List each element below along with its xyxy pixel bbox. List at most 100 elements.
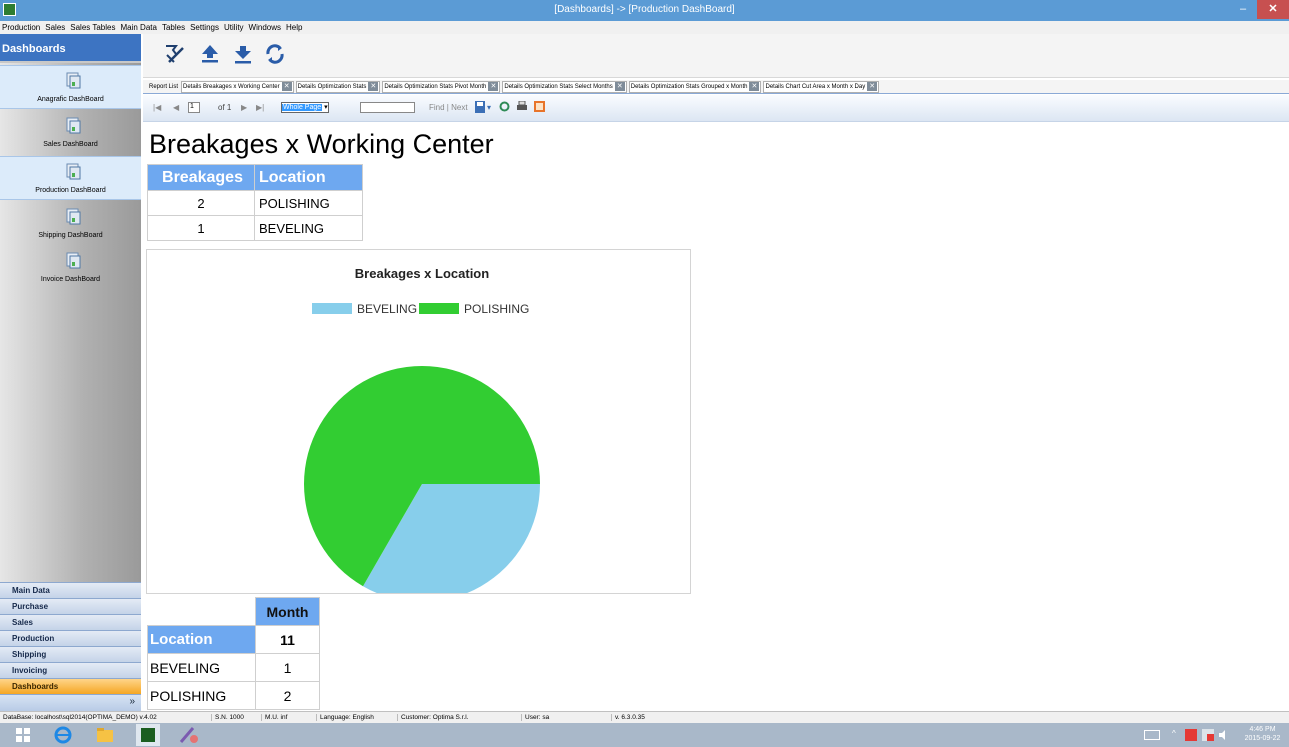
close-icon[interactable]: ✕ — [281, 82, 292, 91]
page-number-input[interactable]: 1 — [188, 102, 200, 113]
tab-chart-cut-area[interactable]: Details Chart Cut Area x Month x Day ✕ — [763, 80, 880, 93]
nav-button-shipping[interactable]: Shipping — [0, 646, 141, 662]
menu-windows[interactable]: Windows — [249, 23, 281, 32]
close-icon[interactable]: ✕ — [488, 82, 499, 91]
file-explorer-icon[interactable] — [90, 724, 120, 746]
dashboard-item-sales[interactable]: Sales DashBoard — [0, 111, 141, 155]
find-input[interactable] — [360, 102, 415, 113]
nav-footer: » — [0, 694, 141, 711]
nav-button-purchase[interactable]: Purchase — [0, 598, 141, 614]
menu-utility[interactable]: Utility — [224, 23, 244, 32]
nav-button-sales[interactable]: Sales — [0, 614, 141, 630]
status-serial: S.N. 1000 — [211, 714, 244, 721]
volume-icon[interactable] — [1218, 729, 1230, 741]
tab-label: Details Chart Cut Area x Month x Day — [765, 83, 866, 90]
dashboard-item-anagrafic[interactable]: Anagrafic DashBoard — [0, 65, 141, 109]
app-window: [Dashboards] -> [Production DashBoard] –… — [0, 0, 1289, 747]
legend-swatch-polishing — [419, 303, 459, 314]
clock-date: 2015-09-22 — [1244, 735, 1281, 742]
menu-main-data[interactable]: Main Data — [120, 23, 156, 32]
optima-app-icon[interactable] — [133, 724, 163, 746]
title-bar: [Dashboards] -> [Production DashBoard] –… — [0, 0, 1289, 21]
chart-legend: BEVELING POLISHING — [312, 302, 529, 316]
internet-explorer-icon[interactable] — [48, 724, 78, 746]
sidebar-header: Dashboards — [0, 34, 141, 61]
dashboard-icon — [66, 117, 81, 134]
page-setup-icon[interactable] — [534, 101, 545, 112]
menu-help[interactable]: Help — [286, 23, 302, 32]
find-next-label[interactable]: Find | Next — [429, 103, 468, 112]
network-icon[interactable] — [1202, 729, 1214, 741]
breakages-cell: 2 — [147, 190, 255, 216]
minimize-button[interactable]: – — [1232, 0, 1254, 19]
nav-button-production[interactable]: Production — [0, 630, 141, 646]
save-icon[interactable] — [475, 101, 485, 113]
tab-optimization-select-months[interactable]: Details Optimization Stats Select Months… — [502, 80, 627, 93]
previous-page-button[interactable]: ◀ — [173, 103, 179, 112]
legend-label-polishing: POLISHING — [464, 302, 529, 316]
download-icon[interactable] — [231, 42, 255, 66]
tab-report-list[interactable]: Report List — [148, 81, 179, 93]
tab-optimization-grouped-month[interactable]: Details Optimization Stats Grouped x Mon… — [628, 80, 762, 93]
tab-optimization-pivot-month[interactable]: Details Optimization Stats Pivot Month ✕ — [382, 80, 501, 93]
zoom-value: Whole Page — [282, 104, 323, 111]
status-language: Language: English — [316, 714, 374, 721]
tab-optimization-stats[interactable]: Details Optimization Stats ✕ — [295, 80, 381, 93]
nav-button-dashboards[interactable]: Dashboards — [0, 678, 141, 694]
table-row: 1 BEVELING — [147, 215, 363, 241]
tab-breakages[interactable]: Details Breakages x Working Center ✕ — [181, 80, 294, 93]
export-icon[interactable] — [163, 42, 187, 66]
print-icon[interactable] — [516, 101, 528, 112]
keyboard-icon[interactable] — [1144, 730, 1160, 740]
next-page-button[interactable]: ▶ — [241, 103, 247, 112]
toolbar — [143, 34, 1289, 78]
dashboard-item-label: Anagrafic DashBoard — [37, 96, 104, 103]
start-icon[interactable] — [8, 724, 38, 746]
pie-slices — [304, 366, 540, 602]
menu-production[interactable]: Production — [2, 23, 40, 32]
dashboard-icon — [66, 163, 81, 180]
first-page-button[interactable]: |◀ — [153, 103, 161, 112]
chevron-right-icon[interactable]: » — [129, 696, 135, 707]
pivot-table: Month Location 11 BEVELING 1 POLISHING 2 — [147, 597, 320, 710]
tab-label: Report List — [149, 83, 179, 90]
status-database: DataBase: localhost\sql2014(OPTIMA_DEMO)… — [3, 714, 157, 721]
chart-container: Breakages x Location BEVELING POLISHING — [146, 249, 691, 602]
upload-icon[interactable] — [198, 42, 222, 66]
location-cell: POLISHING — [254, 190, 363, 216]
zoom-select[interactable]: Whole Page ▾ — [281, 102, 329, 113]
window-title: [Dashboards] -> [Production DashBoard] — [554, 4, 735, 15]
nav-button-main-data[interactable]: Main Data — [0, 582, 141, 598]
menu-settings[interactable]: Settings — [190, 23, 219, 32]
dashboard-item-invoice[interactable]: Invoice DashBoard — [0, 246, 141, 290]
tab-label: Details Optimization Stats Grouped x Mon… — [630, 83, 748, 90]
close-icon[interactable]: ✕ — [867, 82, 878, 91]
last-page-button[interactable]: ▶| — [256, 103, 264, 112]
dashboard-item-production[interactable]: Production DashBoard — [0, 156, 141, 200]
close-icon[interactable]: ✕ — [614, 82, 625, 91]
paint-icon[interactable] — [173, 724, 203, 746]
pie-chart: Breakages x Location BEVELING POLISHING — [304, 266, 540, 602]
close-icon[interactable]: ✕ — [749, 82, 760, 91]
clock[interactable]: 4:46 PM 2015-09-22 — [1240, 725, 1285, 743]
breakages-table: Breakages Location 2 POLISHING 1 BEVELIN… — [147, 164, 363, 241]
column-header-location: Location — [254, 164, 363, 191]
dashboard-list: Anagrafic DashBoard Sales DashBoard Prod… — [0, 63, 141, 611]
pivot-corner-cell — [147, 597, 256, 626]
dashboard-item-shipping[interactable]: Shipping DashBoard — [0, 202, 141, 246]
menu-sales[interactable]: Sales — [45, 23, 65, 32]
menu-tables[interactable]: Tables — [162, 23, 185, 32]
nav-button-invoicing[interactable]: Invoicing — [0, 662, 141, 678]
chevron-down-icon[interactable]: ▾ — [487, 103, 491, 112]
dashboard-icon — [66, 252, 81, 269]
sidebar: Dashboards Anagrafic DashBoard Sales Das… — [0, 34, 141, 711]
close-icon[interactable]: ✕ — [368, 82, 379, 91]
close-button[interactable]: ✕ — [1257, 0, 1289, 19]
tray-chevron-icon[interactable]: ^ — [1172, 729, 1176, 738]
menu-sales-tables[interactable]: Sales Tables — [70, 23, 115, 32]
menu-bar: Production Sales Sales Tables Main Data … — [0, 21, 1289, 34]
tray-flag-icon[interactable] — [1185, 729, 1197, 741]
refresh-icon[interactable] — [263, 42, 287, 66]
legend-swatch-beveling — [312, 303, 352, 314]
refresh-report-icon[interactable] — [499, 101, 510, 112]
